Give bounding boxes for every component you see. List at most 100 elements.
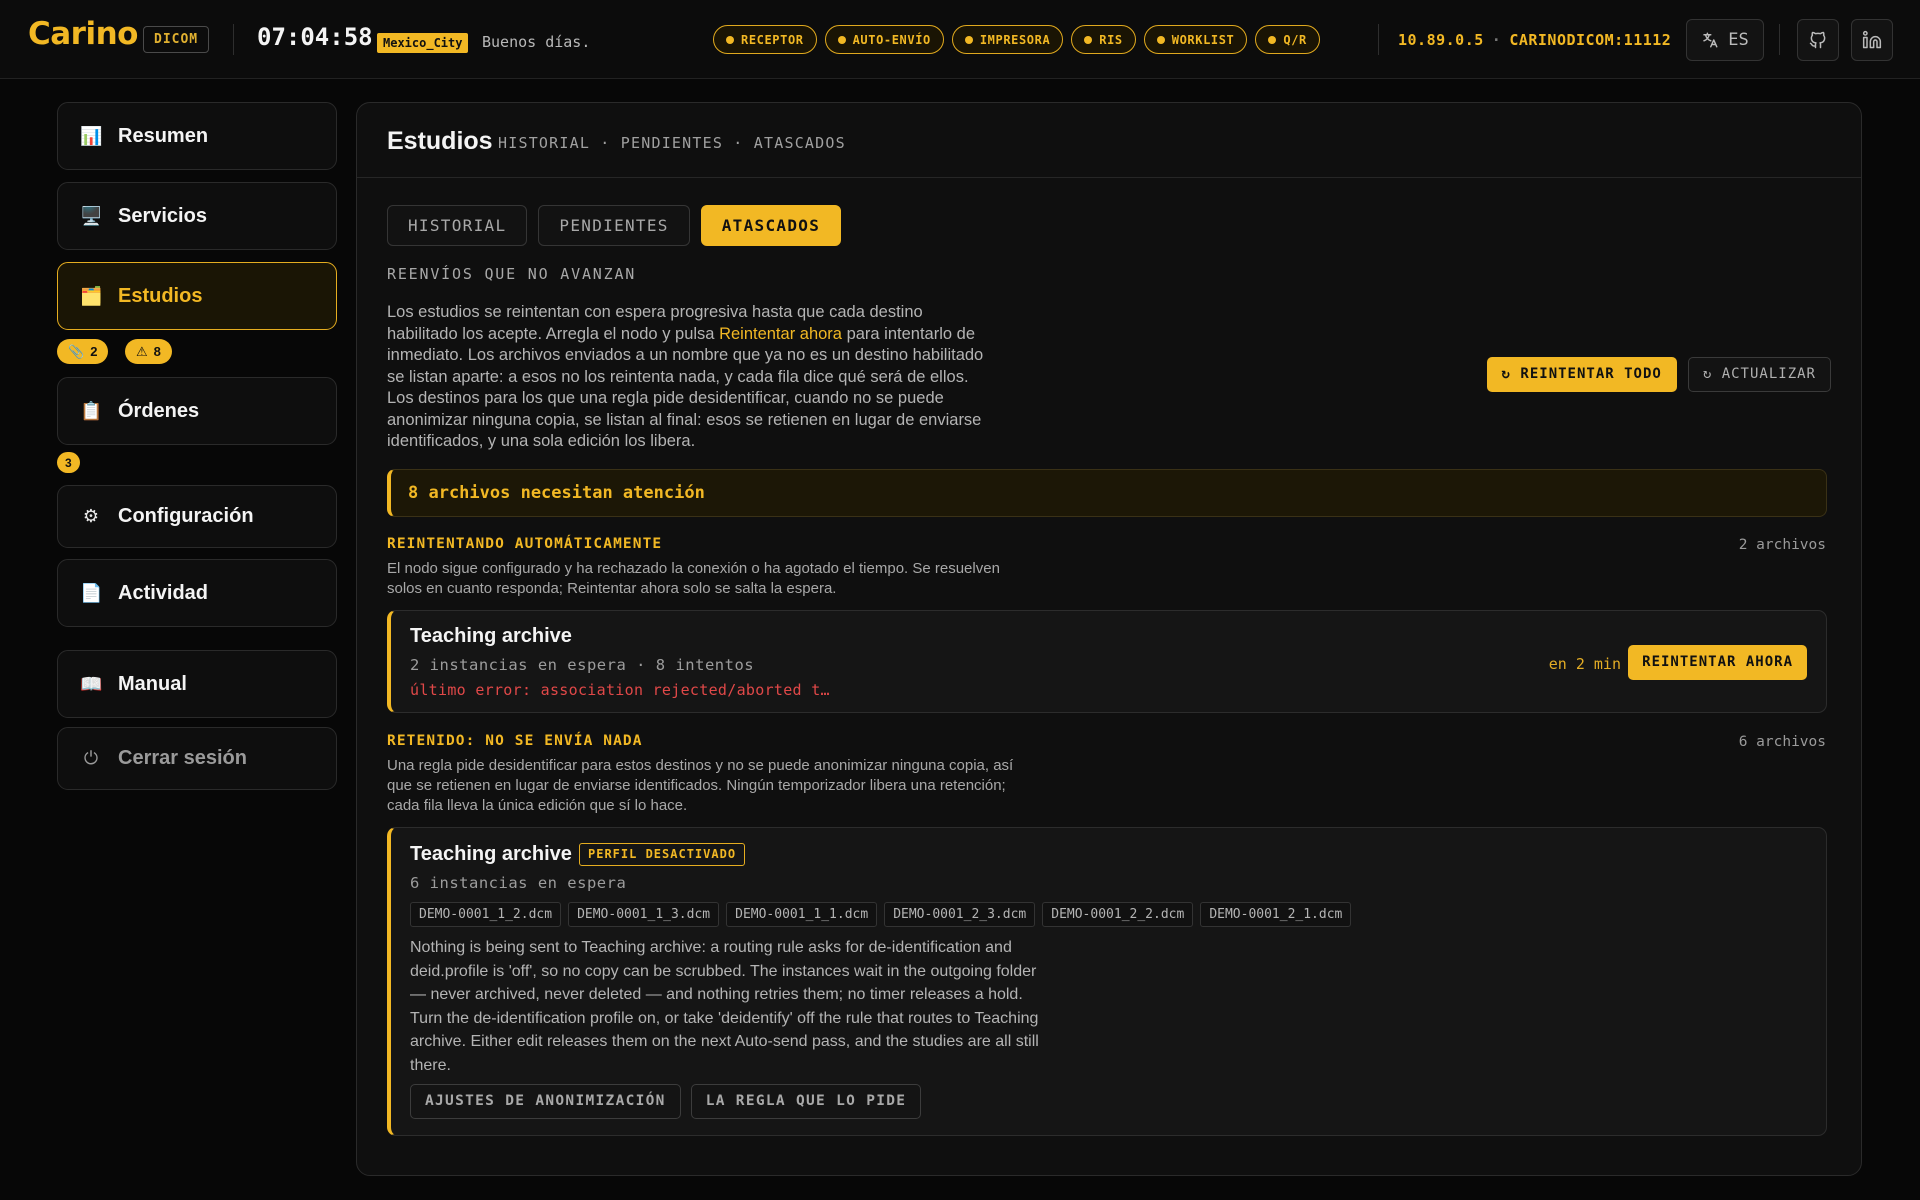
service-pill-worklist[interactable]: WORKLIST [1143, 25, 1248, 54]
badge-count: 2 [90, 344, 98, 359]
divider [233, 24, 234, 55]
translate-icon [1703, 32, 1718, 48]
linkedin-button[interactable] [1851, 19, 1893, 61]
divider [1378, 24, 1379, 55]
next-retry-eta: en 2 min [1548, 655, 1621, 673]
tab-pendientes[interactable]: PENDIENTES [538, 205, 690, 246]
held-file-list: DEMO-0001_1_2.dcm DEMO-0001_1_3.dcm DEMO… [410, 902, 1352, 927]
linkedin-icon [1862, 30, 1882, 49]
retry-all-button[interactable]: ↻ REINTENTAR TODO [1486, 357, 1677, 392]
sidebar-item-servicios[interactable]: 🖥️ Servicios [57, 182, 337, 250]
badge-count: 8 [153, 344, 161, 359]
refresh-button[interactable]: ↻ ACTUALIZAR [1687, 357, 1831, 392]
tab-atascados[interactable]: ATASCADOS [700, 205, 842, 246]
status-dot-icon [1268, 35, 1277, 44]
service-pill-qr[interactable]: Q/R [1255, 25, 1320, 54]
service-label: RIS [1099, 32, 1123, 47]
group-heading-retrying: REINTENTANDO AUTOMÁTICAMENTE [387, 536, 663, 552]
sidebar-item-manual[interactable]: 📖 Manual [57, 650, 337, 718]
sidebar-item-ordenes[interactable]: 📋 Órdenes [57, 377, 337, 445]
status-dot-icon [837, 35, 846, 44]
app-logo[interactable]: Carino [28, 16, 138, 52]
file-chip: DEMO-0001_2_1.dcm [1200, 902, 1352, 927]
service-label: RECEPTOR [741, 32, 804, 47]
sidebar-item-estudios[interactable]: 🗂️ Estudios [57, 262, 337, 330]
sidebar-item-actividad[interactable]: 📄 Actividad [57, 559, 337, 627]
sidebar-item-label: Configuración [118, 505, 254, 527]
group-description-held: Una regla pide desidentificar para estos… [387, 757, 1014, 814]
sidebar-item-label: Órdenes [118, 399, 200, 422]
panel-actions: ↻ REINTENTAR TODO ↻ ACTUALIZAR [1486, 357, 1831, 392]
service-pill-receptor[interactable]: RECEPTOR [713, 25, 817, 54]
held-meta: 6 instancias en espera [410, 874, 627, 892]
file-chip: DEMO-0001_1_2.dcm [410, 902, 562, 927]
sidebar-item-label: Cerrar sesión [118, 747, 247, 769]
group-description-retrying: El nodo sigue configurado y ha rechazado… [387, 560, 1000, 597]
intro-text-end: para intentarlo de inmediato. Los archiv… [387, 324, 984, 451]
folder-icon: 🗂️ [80, 285, 103, 306]
stuck-count-badge[interactable]: ⚠ 8 [125, 339, 172, 364]
status-dot-icon [1084, 35, 1093, 44]
deid-settings-button[interactable]: AJUSTES DE ANONIMIZACIÓN [410, 1084, 681, 1119]
held-destination-card: Teaching archive PERFIL DESACTIVADO 6 in… [387, 827, 1827, 1136]
file-chip: DEMO-0001_2_3.dcm [884, 902, 1036, 927]
github-button[interactable] [1797, 19, 1839, 61]
tab-historial[interactable]: HISTORIAL [387, 205, 528, 246]
badge-count: 3 [65, 455, 72, 470]
routing-rule-button[interactable]: LA REGLA QUE LO PIDE [690, 1084, 922, 1119]
file-chip: DEMO-0001_2_2.dcm [1042, 902, 1194, 927]
service-pill-ris[interactable]: RIS [1071, 25, 1136, 54]
last-error: último error: association rejected/abort… [410, 681, 830, 699]
status-dot-icon [726, 35, 734, 44]
tab-bar: HISTORIAL PENDIENTES ATASCADOS [387, 205, 842, 246]
ip-address: 10.89.0.5 [1398, 31, 1484, 49]
studies-panel: Estudios HISTORIAL · PENDIENTES · ATASCA… [356, 102, 1862, 1176]
service-pill-impresora[interactable]: IMPRESORA [951, 25, 1064, 54]
monitor-icon: 🖥️ [80, 205, 103, 226]
clock: 07:04:58 [257, 23, 373, 51]
group-count-held: 6 archivos [1738, 734, 1826, 750]
timezone-badge: Mexico_City [377, 33, 469, 53]
retry-meta: 2 instancias en espera · 8 intentos [410, 656, 755, 674]
sidebar-item-configuracion[interactable]: ⚙ Configuración [57, 485, 337, 548]
separator: · [1491, 31, 1502, 49]
pending-count-badge[interactable]: 📎 2 [57, 339, 109, 364]
file-chip: DEMO-0001_1_3.dcm [568, 902, 720, 927]
greeting: Buenos días. [482, 33, 591, 51]
service-label: AUTO-ENVÍO [852, 32, 931, 47]
file-chip: DEMO-0001_1_1.dcm [726, 902, 878, 927]
retry-now-highlight: Reintentar ahora [719, 324, 842, 343]
group-heading-held: RETENIDO: NO SE ENVÍA NADA [387, 733, 643, 749]
group-count-retrying: 2 archivos [1738, 537, 1826, 553]
retrying-destination-card: Teaching archive 2 instancias en espera … [387, 610, 1827, 713]
node-address: 10.89.0.5 · CARINODICOM:11112 [1398, 31, 1671, 49]
divider [1779, 24, 1780, 55]
orders-count-badge[interactable]: 3 [57, 452, 80, 473]
hold-actions: AJUSTES DE ANONIMIZACIÓN LA REGLA QUE LO… [410, 1084, 922, 1119]
product-tag: DICOM [143, 26, 210, 53]
page-title: Estudios [387, 127, 493, 155]
service-label: Q/R [1283, 32, 1307, 47]
sidebar-item-label: Actividad [118, 581, 209, 604]
intro-text: Los estudios se reintentan con espera pr… [387, 302, 997, 453]
service-label: IMPRESORA [979, 32, 1051, 47]
retry-now-button[interactable]: REINTENTAR AHORA [1628, 645, 1807, 680]
bar-chart-icon: 📊 [80, 125, 103, 146]
service-label: WORKLIST [1171, 32, 1235, 47]
attention-alert: 8 archivos necesitan atención [387, 469, 1827, 517]
status-dot-icon [964, 35, 973, 44]
destination-name: Teaching archive [410, 843, 572, 865]
section-eyebrow: REENVÍOS QUE NO AVANZAN [387, 265, 637, 283]
language-button[interactable]: ES [1686, 19, 1764, 61]
status-dot-icon [1156, 35, 1165, 44]
sidebar-item-logout[interactable]: ⏻ Cerrar sesión [57, 727, 337, 790]
sidebar-item-resumen[interactable]: 📊 Resumen [57, 102, 337, 170]
destination-name: Teaching archive [410, 625, 572, 647]
service-pill-auto-envio[interactable]: AUTO-ENVÍO [824, 25, 944, 54]
top-bar: Carino DICOM 07:04:58 Mexico_City Buenos… [0, 0, 1920, 79]
paperclip-icon: 📎 [68, 343, 85, 359]
divider [357, 177, 1861, 178]
sidebar-item-label: Resumen [118, 124, 209, 147]
language-label: ES [1728, 30, 1749, 50]
ae-title: CARINODICOM:11112 [1509, 31, 1672, 49]
